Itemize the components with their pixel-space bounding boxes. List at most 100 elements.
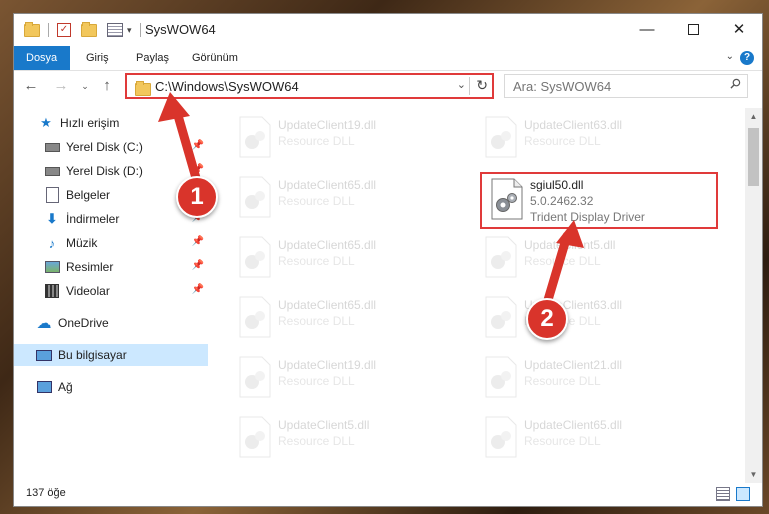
file-item[interactable]: UpdateClient5.dll Resource DLL bbox=[230, 412, 466, 466]
scroll-up-icon[interactable]: ▲ bbox=[745, 112, 762, 121]
nav-item-label: Müzik bbox=[66, 236, 98, 250]
properties-icon[interactable] bbox=[107, 23, 123, 37]
refresh-icon[interactable]: ↻ bbox=[476, 77, 488, 94]
nav-item-label: Yerel Disk (D:) bbox=[66, 164, 143, 178]
nav-item-pictures[interactable]: Resimler 📌 bbox=[14, 256, 208, 278]
file-item[interactable]: UpdateClient63.dll Resource DLL bbox=[476, 292, 712, 346]
folder-icon bbox=[135, 81, 151, 96]
recent-locations-button[interactable]: ⌄ bbox=[76, 77, 94, 95]
maximize-button[interactable] bbox=[670, 14, 716, 44]
explorer-window: ✓ ▾ SysWOW64 — ✕ Dosya Giriş Paylaş Görü… bbox=[14, 14, 762, 506]
forward-button[interactable]: → bbox=[52, 77, 70, 95]
nav-item-this-pc[interactable]: Bu bilgisayar bbox=[14, 344, 208, 366]
maximize-icon bbox=[687, 23, 699, 35]
tab-gorunum[interactable]: Görünüm bbox=[180, 46, 250, 70]
divider bbox=[469, 77, 470, 95]
file-item[interactable]: UpdateClient65.dll Resource DLL bbox=[230, 292, 466, 346]
file-name: UpdateClient19.dll bbox=[278, 118, 377, 132]
dll-file-icon bbox=[239, 296, 271, 338]
pin-icon[interactable]: 📌 bbox=[192, 236, 204, 247]
search-box[interactable] bbox=[504, 74, 748, 98]
pin-icon[interactable]: 📌 bbox=[192, 284, 204, 295]
arrow-left-icon: ← bbox=[23, 77, 39, 94]
step-2-badge: 2 bbox=[526, 298, 568, 340]
ribbon-tabs: Dosya Giriş Paylaş Görünüm ⌄ ? bbox=[14, 46, 762, 71]
details-view-icon[interactable] bbox=[716, 487, 730, 501]
download-icon: ⬇ bbox=[46, 211, 58, 226]
nav-item-disk-c[interactable]: Yerel Disk (C:) 📌 bbox=[14, 136, 208, 158]
file-item[interactable]: UpdateClient19.dll Resource DLL bbox=[230, 352, 466, 406]
nav-item-network[interactable]: Ağ bbox=[14, 376, 208, 398]
file-item[interactable]: UpdateClient21.dll Resource DLL bbox=[476, 352, 712, 406]
drive-icon bbox=[44, 163, 60, 179]
close-button[interactable]: ✕ bbox=[716, 14, 762, 44]
large-icons-view-icon[interactable] bbox=[736, 487, 750, 501]
nav-item-onedrive[interactable]: ☁ OneDrive bbox=[14, 312, 208, 334]
minimize-button[interactable]: — bbox=[624, 14, 670, 44]
help-icon[interactable]: ? bbox=[740, 51, 754, 65]
nav-item-label: Videolar bbox=[66, 284, 110, 298]
nav-item-music[interactable]: ♪ Müzik 📌 bbox=[14, 232, 208, 254]
file-description: Resource DLL bbox=[278, 434, 355, 448]
file-item[interactable]: UpdateClient65.dll Resource DLL bbox=[230, 172, 466, 226]
pin-icon[interactable]: 📌 bbox=[192, 260, 204, 271]
nav-item-label: OneDrive bbox=[58, 316, 109, 330]
item-count: 137 öğe bbox=[26, 487, 66, 499]
target-file-highlight bbox=[480, 172, 718, 229]
file-name: UpdateClient5.dll bbox=[524, 238, 616, 252]
file-item[interactable]: UpdateClient65.dll Resource DLL bbox=[230, 232, 466, 286]
tab-paylas[interactable]: Paylaş bbox=[124, 46, 181, 70]
dll-file-icon bbox=[239, 236, 271, 278]
navigation-pane: ★ Hızlı erişim Yerel Disk (C:) 📌 Yerel D… bbox=[14, 108, 208, 483]
up-button[interactable]: ↑ bbox=[98, 77, 116, 95]
tab-dosya[interactable]: Dosya bbox=[14, 46, 70, 70]
nav-item-label: İndirmeler bbox=[66, 212, 120, 226]
nav-item-downloads[interactable]: ⬇ İndirmeler 📌 bbox=[14, 208, 208, 230]
file-item[interactable]: UpdateClient5.dll Resource DLL bbox=[476, 232, 712, 286]
scroll-down-icon[interactable]: ▼ bbox=[745, 470, 762, 479]
file-item[interactable]: UpdateClient65.dll Resource DLL bbox=[476, 412, 712, 466]
file-description: Resource DLL bbox=[524, 434, 601, 448]
address-path[interactable]: C:\Windows\SysWOW64 bbox=[155, 79, 299, 94]
nav-item-videos[interactable]: Videolar 📌 bbox=[14, 280, 208, 302]
new-folder-icon[interactable] bbox=[81, 21, 97, 37]
properties-check-icon[interactable]: ✓ bbox=[57, 23, 71, 37]
nav-item-label: Belgeler bbox=[66, 188, 111, 202]
vertical-scrollbar[interactable]: ▲ ▼ bbox=[745, 108, 762, 483]
title-bar: ✓ ▾ SysWOW64 — ✕ bbox=[14, 14, 762, 46]
arrow-right-icon: → bbox=[53, 77, 69, 94]
divider bbox=[48, 23, 49, 37]
nav-item-disk-d[interactable]: Yerel Disk (D:) 📌 bbox=[14, 160, 208, 182]
star-icon: ★ bbox=[40, 115, 52, 130]
customize-dropdown-icon[interactable]: ▾ bbox=[127, 25, 132, 36]
file-item[interactable]: UpdateClient19.dll Resource DLL bbox=[230, 112, 466, 166]
file-description: Resource DLL bbox=[278, 134, 355, 148]
nav-item-quick-access[interactable]: ★ Hızlı erişim bbox=[14, 112, 208, 134]
file-name: UpdateClient5.dll bbox=[278, 418, 370, 432]
scrollbar-thumb[interactable] bbox=[748, 128, 759, 186]
drive-icon bbox=[44, 139, 60, 155]
address-bar[interactable]: C:\Windows\SysWOW64 ⌄ ↻ bbox=[125, 73, 494, 99]
dll-file-icon bbox=[485, 236, 517, 278]
search-icon[interactable] bbox=[730, 78, 741, 89]
file-description: Resource DLL bbox=[278, 314, 355, 328]
dll-file-icon bbox=[485, 356, 517, 398]
address-row: ← → ⌄ ↑ C:\Windows\SysWOW64 ⌄ ↻ bbox=[14, 71, 762, 101]
file-description: Resource DLL bbox=[278, 194, 355, 208]
cloud-icon: ☁ bbox=[36, 315, 52, 332]
nav-item-label: Yerel Disk (C:) bbox=[66, 140, 143, 154]
back-button[interactable]: ← bbox=[22, 77, 40, 95]
tab-giris[interactable]: Giriş bbox=[74, 46, 121, 70]
dll-file-icon bbox=[239, 416, 271, 458]
dll-file-icon bbox=[239, 116, 271, 158]
search-input[interactable] bbox=[513, 79, 713, 94]
pin-icon[interactable]: 📌 bbox=[192, 140, 204, 151]
close-icon: ✕ bbox=[732, 21, 746, 38]
dll-file-icon bbox=[239, 176, 271, 218]
chevron-down-icon[interactable]: ⌄ bbox=[726, 51, 734, 62]
file-name: UpdateClient65.dll bbox=[278, 178, 377, 192]
file-item[interactable]: UpdateClient63.dll Resource DLL bbox=[476, 112, 712, 166]
chevron-down-icon[interactable]: ⌄ bbox=[457, 78, 466, 91]
pin-icon[interactable]: 📌 bbox=[192, 164, 204, 175]
file-name: UpdateClient65.dll bbox=[524, 418, 623, 432]
